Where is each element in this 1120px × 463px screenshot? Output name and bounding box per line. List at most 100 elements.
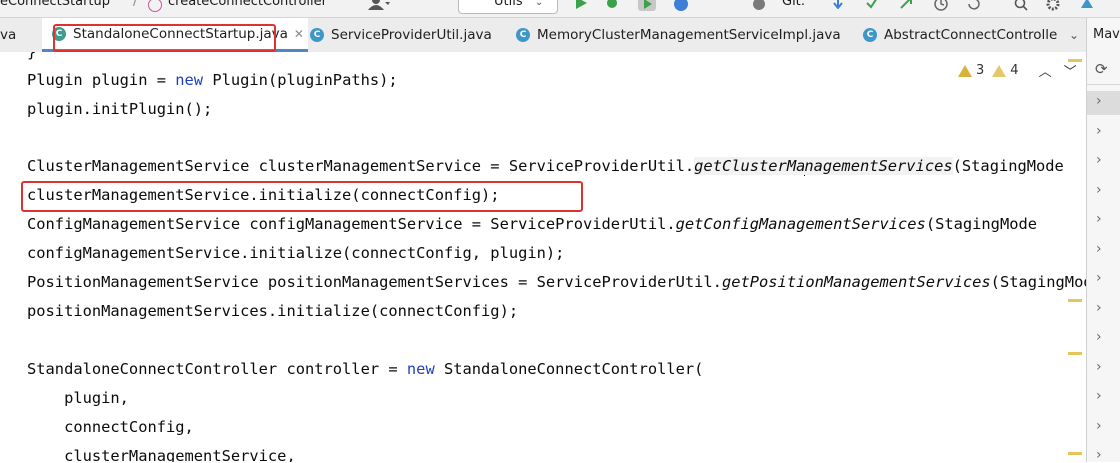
history-icon[interactable] (934, 0, 948, 11)
warning-icon (958, 64, 972, 77)
code-token: ClusterManagementService clusterManageme… (27, 157, 695, 175)
code-token: PositionManagementService positionManage… (27, 273, 722, 291)
refresh-icon[interactable]: ⟳ (1095, 60, 1108, 78)
gear-icon[interactable] (1046, 0, 1060, 11)
commit-icon[interactable] (866, 0, 878, 9)
line-annotation-box (21, 181, 583, 212)
code-line[interactable]: Plugin plugin = new Plugin(pluginPaths); (27, 70, 398, 90)
update-project-icon[interactable] (832, 0, 844, 9)
divider (1087, 84, 1120, 85)
code-token: ConfigManagementService configManagement… (27, 215, 676, 233)
tab-label: AbstractConnectControlle (884, 27, 1058, 43)
class-icon: C (516, 28, 530, 42)
vcs-icon[interactable] (752, 0, 766, 11)
code-line[interactable]: plugin, (27, 388, 129, 408)
push-icon[interactable] (900, 0, 912, 9)
chevron-down-icon: ⌄ (535, 0, 544, 8)
chevron-right-icon[interactable]: › (1096, 93, 1102, 109)
assistant-icon[interactable] (1080, 0, 1094, 9)
keyword-token: new (175, 71, 204, 89)
code-line[interactable]: positionManagementServices.initialize(co… (27, 301, 518, 321)
breadcrumb-separator: / (133, 0, 138, 9)
chevron-right-icon[interactable]: › (1096, 182, 1102, 198)
code-token: (StagingMode (925, 215, 1038, 233)
chevron-right-icon[interactable]: › (1096, 388, 1102, 404)
tab-label: MemoryClusterManagementServiceImpl.java (537, 27, 841, 43)
code-editor[interactable]: 3 4 ︿ ﹀ } Plugin plugin = new Plugin(plug… (0, 52, 1086, 462)
account-icon[interactable] (368, 0, 390, 10)
maven-tool-window: Mav ⟳ › › › › › › › › › › › › › (1086, 18, 1120, 463)
chevron-right-icon[interactable]: › (1096, 447, 1102, 463)
tab-service-provider-util[interactable]: C ServiceProviderUtil.java (300, 18, 516, 52)
tab-abstract-connect-controller[interactable]: C AbstractConnectControlle (855, 18, 1070, 52)
code-line[interactable]: connectConfig, (27, 417, 194, 437)
breadcrumb-file[interactable]: eConnectStartup (0, 0, 110, 9)
warning-marker[interactable] (1068, 59, 1082, 62)
chevron-right-icon[interactable]: › (1096, 123, 1102, 139)
code-token: plugin.initPlugin(); (27, 100, 213, 118)
code-token: Plugin(pluginPaths); (203, 71, 398, 89)
chevron-right-icon[interactable]: › (1096, 152, 1102, 168)
keyword-token: new (406, 360, 435, 378)
code-line[interactable]: clusterManagementService, (27, 446, 296, 462)
method-call-token: getClusterMa (694, 157, 806, 175)
chevron-right-icon[interactable]: › (1096, 211, 1102, 227)
debug-icon[interactable] (604, 0, 620, 9)
chevron-right-icon[interactable]: › (1096, 270, 1102, 286)
code-token: (StagingMode (952, 157, 1064, 175)
warning-marker[interactable] (1068, 299, 1082, 302)
tab-label: ServiceProviderUtil.java (331, 27, 492, 43)
tab-memory-cluster-management-service-impl[interactable]: C MemoryClusterManagementServiceImpl.jav… (506, 18, 865, 52)
chevron-right-icon[interactable]: › (1096, 359, 1102, 375)
run-config-label: Utils (494, 0, 523, 9)
search-everywhere-icon[interactable] (1014, 0, 1028, 11)
code-line[interactable]: PositionManagementService positionManage… (27, 272, 1086, 292)
code-token: Plugin plugin = (27, 71, 176, 89)
code-token: clusterManagementService, (27, 447, 296, 462)
weak-warning-icon (992, 64, 1007, 77)
tab-label: va (0, 27, 17, 43)
class-icon: C (863, 28, 877, 42)
tab-partial[interactable]: va (0, 18, 38, 52)
coverage-icon[interactable] (638, 0, 656, 11)
code-line[interactable]: ClusterManagementService clusterManageme… (27, 156, 1064, 176)
rollback-icon[interactable] (966, 0, 980, 11)
method-call-token: getPositionManagementServices (721, 273, 991, 291)
code-token: StandaloneConnectController( (434, 360, 704, 378)
method-call-token: nagementServices (804, 157, 953, 175)
selected-tree-row[interactable] (1087, 91, 1120, 115)
class-icon: C (310, 28, 324, 42)
method-call-token: getConfigManagementServices (675, 215, 926, 233)
side-panel-title[interactable]: Mav (1093, 27, 1120, 42)
chevron-right-icon[interactable]: › (1096, 241, 1102, 257)
code-line[interactable]: plugin.initPlugin(); (27, 99, 212, 119)
chevron-up-icon[interactable]: ︿ (1039, 61, 1052, 80)
warning-count: 3 (976, 63, 985, 78)
code-token: StandaloneConnectController controller = (27, 360, 407, 378)
method-icon (148, 0, 162, 12)
breadcrumb-method[interactable]: createConnectController (168, 0, 327, 9)
code-token: plugin, (27, 389, 129, 407)
git-label: Git: (782, 0, 806, 9)
warning-marker[interactable] (1068, 352, 1082, 355)
code-token: connectConfig, (27, 418, 194, 436)
chevron-right-icon[interactable]: › (1096, 329, 1102, 345)
tab-annotation-box (53, 24, 276, 52)
chevron-right-icon[interactable]: › (1096, 300, 1102, 316)
code-line[interactable]: configManagementService.initialize(conne… (27, 243, 564, 263)
warning-marker[interactable] (1068, 452, 1082, 455)
code-token: positionManagementServices.initialize(co… (27, 302, 519, 320)
weak-warning-count: 4 (1010, 63, 1019, 78)
help-icon[interactable] (674, 0, 688, 11)
code-token: } (27, 52, 37, 61)
main-toolbar: eConnectStartup / createConnectControlle… (0, 0, 1120, 18)
code-line[interactable]: StandaloneConnectController controller =… (27, 359, 703, 379)
chevron-down-icon[interactable]: ⌄ (1062, 18, 1086, 52)
chevron-right-icon[interactable]: › (1096, 418, 1102, 434)
code-line[interactable]: ConfigManagementService configManagement… (27, 214, 1037, 234)
code-token: configManagementService.initialize(conne… (27, 244, 565, 262)
run-icon[interactable] (574, 0, 588, 9)
code-line[interactable]: } (27, 52, 36, 62)
editor-scrollbar-gutter[interactable] (1063, 52, 1086, 462)
inspection-widget[interactable]: 3 4 ︿ ﹀ (958, 61, 1077, 80)
